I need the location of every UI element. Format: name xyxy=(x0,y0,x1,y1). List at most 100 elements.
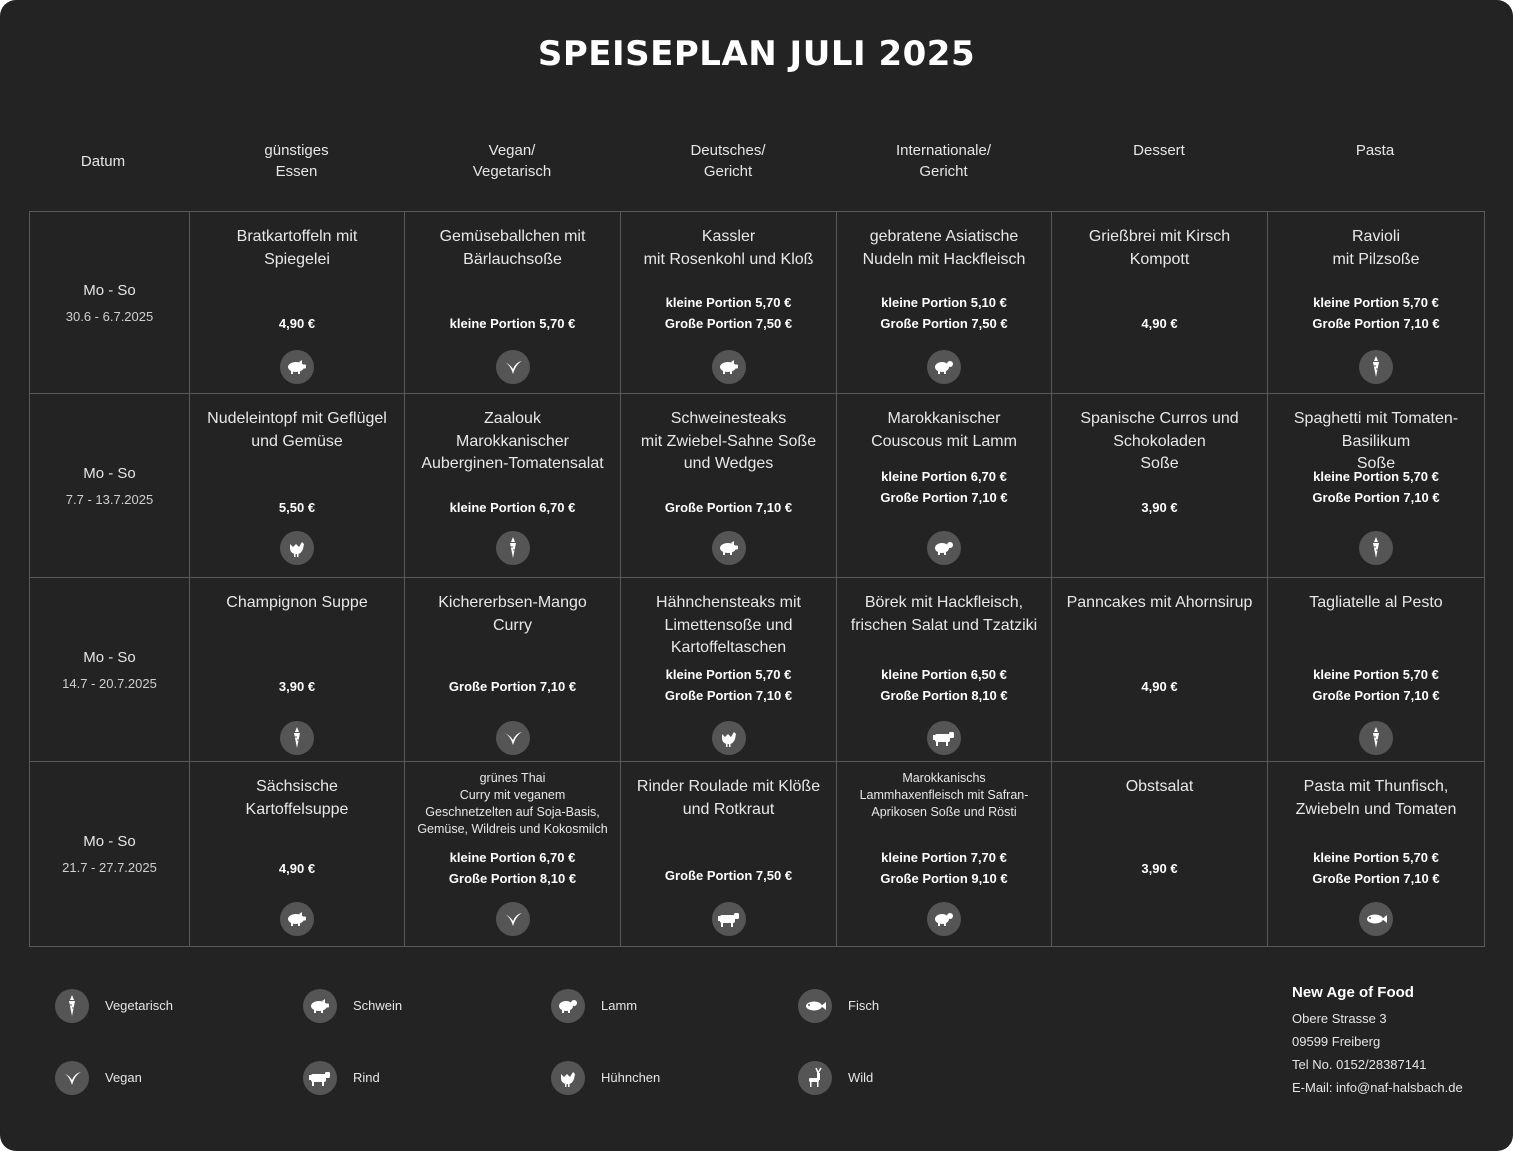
price-block: kleine Portion 7,70 € Große Portion 9,10 … xyxy=(837,847,1051,889)
price-block: 4,90 € xyxy=(1052,313,1267,334)
header-dessert: Dessert xyxy=(1133,142,1185,159)
price-line: Große Portion 7,10 € xyxy=(880,490,1008,505)
price-line: Große Portion 7,10 € xyxy=(664,500,793,515)
price-line: Große Portion 7,50 € xyxy=(664,868,793,883)
dish-cell: Gemüseballchen mit Bärlauchsoße kleine Po… xyxy=(404,211,621,394)
price-line: kleine Portion 6,70 € xyxy=(881,469,1007,484)
dish-cell: gebratene Asiatische Nudeln mit Hackflei… xyxy=(836,211,1052,394)
dish-name: Schweinesteaks mit Zwiebel-Sahne Soße un… xyxy=(640,410,817,472)
dish-name: Marokkanischer Couscous mit Lamm xyxy=(871,410,1017,450)
dish-cell: Spanische Curros und Schokoladen Soße 3,9… xyxy=(1051,393,1268,578)
phone-number: Tel No. 0152/28387141 xyxy=(1292,1057,1427,1072)
price-line: 3,90 € xyxy=(278,679,316,694)
week-range: 30.6 - 6.7.2025 xyxy=(65,308,154,324)
legend-label: Fisch xyxy=(848,998,880,1013)
date-cell: Mo - So 30.6 - 6.7.2025 xyxy=(29,211,190,394)
price-block: 4,90 € xyxy=(190,313,404,334)
restaurant-name: New Age of Food xyxy=(1292,984,1414,1001)
menu-table: Mo - So 30.6 - 6.7.2025 Bratkartoffeln mit… xyxy=(29,211,1485,947)
price-line: Große Portion 8,10 € xyxy=(880,688,1008,703)
sheep-icon xyxy=(927,902,961,936)
pig-icon xyxy=(711,531,746,565)
price-line: kleine Portion 5,70 € xyxy=(1313,667,1439,682)
price-line: kleine Portion 5,70 € xyxy=(665,667,792,682)
leaf-icon xyxy=(55,1061,89,1095)
dish-name: Ravioli mit Pilzsoße xyxy=(1332,228,1420,268)
carrot-icon xyxy=(1359,531,1393,565)
dish-cell: Börek mit Hackfleisch, frischen Salat un… xyxy=(836,577,1052,762)
dish-name: Obstsalat xyxy=(1125,778,1194,795)
price-block: 4,90 € xyxy=(190,858,404,879)
price-block: 5,50 € xyxy=(190,497,404,518)
price-line: kleine Portion 5,70 € xyxy=(1313,469,1439,484)
week-label: Mo - So xyxy=(83,833,136,850)
pig-icon xyxy=(711,350,746,384)
dish-name: Spanische Curros und Schokoladen Soße xyxy=(1080,410,1239,472)
dish-name: Pasta mit Thunfisch, Zwiebeln und Tomate… xyxy=(1295,778,1457,818)
header-pasta: Pasta xyxy=(1355,142,1395,159)
deer-icon xyxy=(798,1061,832,1095)
pig-icon xyxy=(280,902,314,936)
price-line: kleine Portion 5,70 € xyxy=(1313,295,1439,310)
price-block: kleine Portion 5,70 € Große Portion 7,50 … xyxy=(621,292,836,334)
dish-cell: Spaghetti mit Tomaten- Basilikum Soße kle… xyxy=(1267,393,1485,578)
price-line: kleine Portion 7,70 € xyxy=(881,850,1007,865)
sheep-icon xyxy=(551,989,585,1023)
page-title: SPEISEPLAN JULI 2025 xyxy=(537,34,976,74)
price-line: Große Portion 7,50 € xyxy=(880,316,1008,331)
carrot-icon xyxy=(280,721,314,755)
dish-cell: Champignon Suppe 3,90 € xyxy=(189,577,405,762)
dish-name: Bratkartoffeln mit Spiegelei xyxy=(236,228,358,268)
legend-label: Vegan xyxy=(105,1070,142,1085)
price-block: kleine Portion 5,70 € Große Portion 7,10 … xyxy=(1268,847,1484,889)
dish-name: Grießbrei mit Kirsch Kompott xyxy=(1088,228,1231,268)
carrot-icon xyxy=(1359,350,1393,384)
sheep-icon xyxy=(927,531,961,565)
price-line: kleine Portion 5,70 € xyxy=(665,295,792,310)
price-line: 4,90 € xyxy=(1141,316,1178,331)
legend-label: Lamm xyxy=(601,998,638,1013)
week-row: Mo - So 7.7 - 13.7.2025 Nudeleintopf mit G… xyxy=(29,393,1485,578)
sheep-icon xyxy=(927,350,961,384)
week-label: Mo - So xyxy=(83,648,136,666)
price-line: Große Portion 7,10 € xyxy=(448,679,577,694)
price-line: 4,90 € xyxy=(278,861,316,876)
fish-icon xyxy=(1359,902,1393,936)
price-block: Große Portion 7,50 € xyxy=(621,865,836,886)
price-block: kleine Portion 6,70 € Große Portion 8,10 … xyxy=(405,847,620,889)
dish-cell: Marokkanischer Couscous mit Lamm kleine P… xyxy=(836,393,1052,578)
dish-name: Börek mit Hackfleisch, frischen Salat un… xyxy=(850,594,1038,634)
dish-cell: Pasta mit Thunfisch, Zwiebeln und Tomate… xyxy=(1267,761,1485,947)
leaf-icon xyxy=(495,902,530,936)
address-street: Obere Strasse 3 xyxy=(1292,1011,1387,1026)
week-row: Mo - So 30.6 - 6.7.2025 Bratkartoffeln mit… xyxy=(29,211,1485,394)
price-line: Große Portion 7,10 € xyxy=(1312,490,1440,505)
dish-name: Tagliatelle al Pesto xyxy=(1309,594,1443,611)
leaf-icon xyxy=(495,350,530,384)
price-block: 3,90 € xyxy=(1052,497,1267,518)
dish-cell: Panncakes mit Ahornsirup 4,90 € xyxy=(1051,577,1268,762)
week-label: Mo - So xyxy=(83,281,136,299)
price-line: kleine Portion 6,70 € xyxy=(449,500,576,515)
chicken-icon xyxy=(711,721,746,755)
price-line: 4,90 € xyxy=(1141,679,1178,694)
dish-cell: Nudeleintopf mit Geflügel und Gemüse 5,50… xyxy=(189,393,405,578)
price-block: kleine Portion 5,70 € Große Portion 7,10 … xyxy=(1268,664,1484,706)
price-line: 4,90 € xyxy=(278,316,316,331)
price-line: kleine Portion 5,70 € xyxy=(1313,850,1439,865)
carrot-icon xyxy=(495,531,530,565)
date-cell: Mo - So 7.7 - 13.7.2025 xyxy=(29,393,190,578)
header-vegan: Vegan/ Vegetarisch xyxy=(472,142,552,180)
dish-name: Panncakes mit Ahornsirup xyxy=(1066,594,1253,611)
header-guenstiges-essen: günstiges Essen xyxy=(264,142,329,180)
price-block: kleine Portion 6,70 € Große Portion 7,10 … xyxy=(837,466,1051,508)
cow-icon xyxy=(303,1061,337,1095)
legend-label: Rind xyxy=(353,1070,380,1085)
dish-name: Zaalouk Marokkanischer Auberginen-Tomate… xyxy=(421,410,604,472)
legend-label: Hühnchen xyxy=(601,1070,661,1085)
dish-cell: Obstsalat 3,90 € xyxy=(1051,761,1268,947)
dish-name: grünes Thai Curry mit veganem Geschnetze… xyxy=(417,771,608,836)
dish-name: gebratene Asiatische Nudeln mit Hackflei… xyxy=(862,228,1026,268)
address-city: 09599 Freiberg xyxy=(1292,1034,1381,1049)
week-label: Mo - So xyxy=(83,464,136,482)
